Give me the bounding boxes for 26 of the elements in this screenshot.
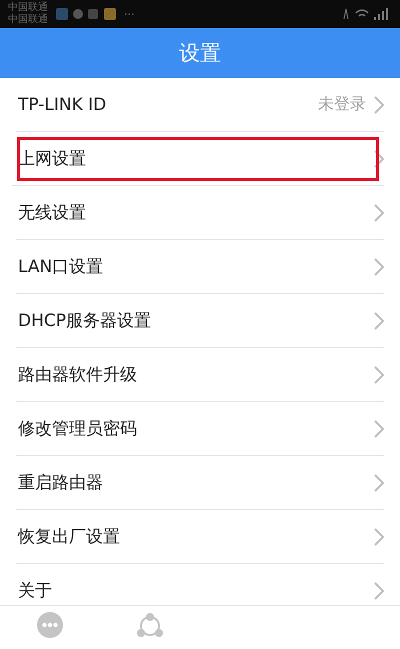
carrier-name: 中国联通 (8, 14, 48, 26)
share-icon (135, 612, 165, 640)
carrier-name: 中国联通 (8, 2, 48, 14)
setting-row[interactable]: 无线设置 (16, 186, 384, 240)
setting-row[interactable]: LAN口设置 (16, 240, 384, 294)
chevron-right-icon (374, 204, 384, 222)
chevron-right-icon (374, 582, 384, 600)
chevron-right-icon (374, 528, 384, 546)
more-notifications: ··· (124, 8, 134, 20)
setting-row[interactable]: 路由器软件升级 (16, 348, 384, 402)
setting-row[interactable]: 修改管理员密码 (16, 402, 384, 456)
page-title: 设置 (179, 40, 221, 67)
more-icon (37, 612, 63, 638)
chevron-right-icon (374, 420, 384, 438)
chevron-right-icon (374, 366, 384, 384)
chevron-right-icon (374, 474, 384, 492)
setting-row[interactable]: 重启路由器 (16, 456, 384, 510)
chevron-right-icon (374, 150, 384, 168)
chevron-right-icon (374, 96, 384, 114)
chevron-right-icon (374, 312, 384, 330)
setting-row[interactable]: 恢复出厂设置 (16, 510, 384, 564)
chevron-right-icon (374, 258, 384, 276)
notification-icons (56, 7, 116, 21)
login-status: 未登录 (318, 94, 366, 115)
setting-row[interactable]: DHCP服务器设置 (16, 294, 384, 348)
setting-row[interactable]: TP-LINK ID 未登录 (16, 78, 384, 132)
